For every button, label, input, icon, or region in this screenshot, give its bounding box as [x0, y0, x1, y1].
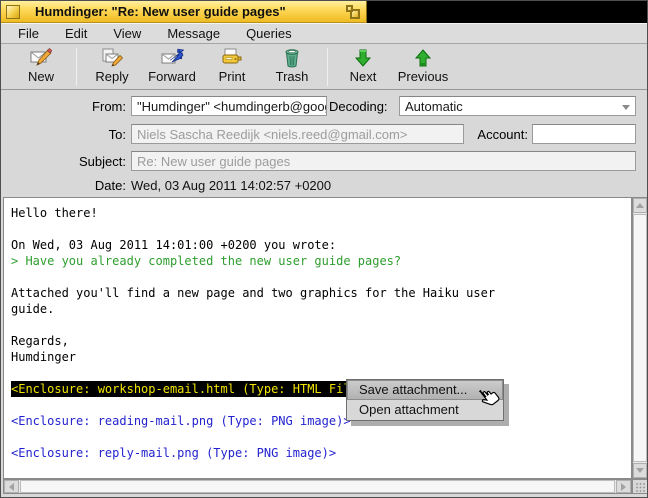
body-line-text[interactable]: Attached you'll find a new page and two … [11, 285, 495, 301]
new-mail-icon [29, 47, 53, 69]
body-line: <Enclosure: workshop-email.html (Type: H… [11, 381, 631, 397]
account-label: Account: [431, 127, 528, 142]
body-line [11, 429, 631, 445]
forward-button[interactable]: Forward [142, 47, 202, 87]
next-button-label: Next [350, 69, 377, 84]
print-button[interactable]: Print [202, 47, 262, 87]
trash-button-label: Trash [276, 69, 309, 84]
toolbar-separator [76, 48, 77, 86]
attachment-context-menu: Save attachment... Open attachment [346, 379, 504, 421]
close-button[interactable] [6, 5, 20, 19]
scroll-right-button[interactable] [616, 480, 631, 493]
window-title-tab[interactable]: Humdinger: "Re: New user guide pages" [1, 1, 367, 23]
to-label: To: [1, 127, 126, 142]
next-button[interactable]: Next [333, 47, 393, 87]
body-line [11, 365, 631, 381]
message-body[interactable]: Hello there! On Wed, 03 Aug 2011 14:01:0… [3, 197, 632, 479]
menu-file[interactable]: File [15, 25, 42, 42]
menu-view[interactable]: View [110, 25, 144, 42]
arrow-right-icon [621, 483, 626, 491]
body-line-text[interactable]: On Wed, 03 Aug 2011 14:01:00 +0200 you w… [11, 237, 336, 253]
body-line: On Wed, 03 Aug 2011 14:01:00 +0200 you w… [11, 237, 631, 253]
reply-button-label: Reply [95, 69, 128, 84]
body-line-text[interactable]: <Enclosure: reading-mail.png (Type: PNG … [11, 413, 351, 429]
date-label: Date: [1, 178, 126, 193]
previous-icon [411, 47, 435, 69]
window-title: Humdinger: "Re: New user guide pages" [35, 4, 286, 19]
new-button[interactable]: New [11, 47, 71, 87]
forward-button-label: Forward [148, 69, 196, 84]
next-icon [351, 47, 375, 69]
body-line: Regards, [11, 333, 631, 349]
vertical-scrollbar[interactable] [632, 197, 648, 479]
arrow-down-icon [636, 468, 644, 473]
horizontal-scrollbar[interactable] [3, 479, 632, 494]
chevron-down-icon [622, 105, 630, 110]
body-line-text[interactable]: guide. [11, 301, 54, 317]
save-attachment-menu-item[interactable]: Save attachment... [347, 380, 503, 400]
horizontal-scrollbar-thumb[interactable] [20, 480, 615, 493]
message-header-area: From: "Humdinger" <humdingerb@goog Decod… [1, 90, 647, 197]
print-button-label: Print [219, 69, 246, 84]
body-line: Hello there! [11, 205, 631, 221]
menu-message[interactable]: Message [164, 25, 223, 42]
reply-icon [100, 47, 124, 69]
previous-button[interactable]: Previous [393, 47, 453, 87]
from-field[interactable]: "Humdinger" <humdingerb@goog [131, 96, 327, 116]
reply-button[interactable]: Reply [82, 47, 142, 87]
from-label: From: [1, 99, 126, 114]
date-value: Wed, 03 Aug 2011 14:02:57 +0200 [131, 178, 331, 193]
scroll-up-button[interactable] [633, 198, 647, 213]
decoding-label: Decoding: [329, 99, 388, 114]
body-line: <Enclosure: reading-mail.png (Type: PNG … [11, 413, 631, 429]
body-line-text[interactable]: <Enclosure: reply-mail.png (Type: PNG im… [11, 445, 336, 461]
subject-field[interactable]: Re: New user guide pages [131, 151, 636, 171]
decoding-value: Automatic [405, 99, 463, 114]
body-line: > Have you already completed the new use… [11, 253, 631, 269]
resize-grip-icon [635, 482, 645, 492]
zoom-button[interactable] [346, 5, 360, 19]
arrow-left-icon [9, 483, 14, 491]
scroll-left-button[interactable] [4, 480, 19, 493]
arrow-up-icon [636, 203, 644, 208]
new-button-label: New [28, 69, 54, 84]
toolbar-separator [327, 48, 328, 86]
decoding-dropdown[interactable]: Automatic [399, 96, 636, 116]
titlebar-row: Humdinger: "Re: New user guide pages" [1, 1, 647, 23]
scroll-down-button[interactable] [633, 463, 647, 478]
body-line-text[interactable]: > Have you already completed the new use… [11, 253, 401, 269]
previous-button-label: Previous [398, 69, 449, 84]
open-attachment-menu-item[interactable]: Open attachment [347, 400, 503, 420]
body-line [11, 317, 631, 333]
body-line: guide. [11, 301, 631, 317]
body-line-text[interactable]: Humdinger [11, 349, 76, 365]
trash-icon [280, 47, 304, 69]
body-line-text[interactable]: <Enclosure: workshop-email.html (Type: H… [11, 381, 372, 397]
body-line [11, 221, 631, 237]
toolbar: New Reply Forward [1, 44, 647, 90]
account-field[interactable] [532, 124, 636, 144]
body-line [11, 269, 631, 285]
body-line [11, 397, 631, 413]
to-field[interactable]: Niels Sascha Reedijk <niels.reed@gmail.c… [131, 124, 464, 144]
vertical-scrollbar-thumb[interactable] [633, 214, 647, 462]
print-icon [220, 47, 244, 69]
body-line: <Enclosure: reply-mail.png (Type: PNG im… [11, 445, 631, 461]
trash-button[interactable]: Trash [262, 47, 322, 87]
resize-corner[interactable] [632, 479, 648, 494]
body-line-text[interactable]: Hello there! [11, 205, 98, 221]
subject-label: Subject: [1, 154, 126, 169]
body-line: Humdinger [11, 349, 631, 365]
menu-queries[interactable]: Queries [243, 25, 295, 42]
body-line: Attached you'll find a new page and two … [11, 285, 631, 301]
body-line-text[interactable]: Regards, [11, 333, 69, 349]
menubar: File Edit View Message Queries [1, 23, 647, 44]
menu-edit[interactable]: Edit [62, 25, 90, 42]
forward-icon [160, 47, 184, 69]
mail-window: Humdinger: "Re: New user guide pages" Fi… [0, 0, 648, 498]
